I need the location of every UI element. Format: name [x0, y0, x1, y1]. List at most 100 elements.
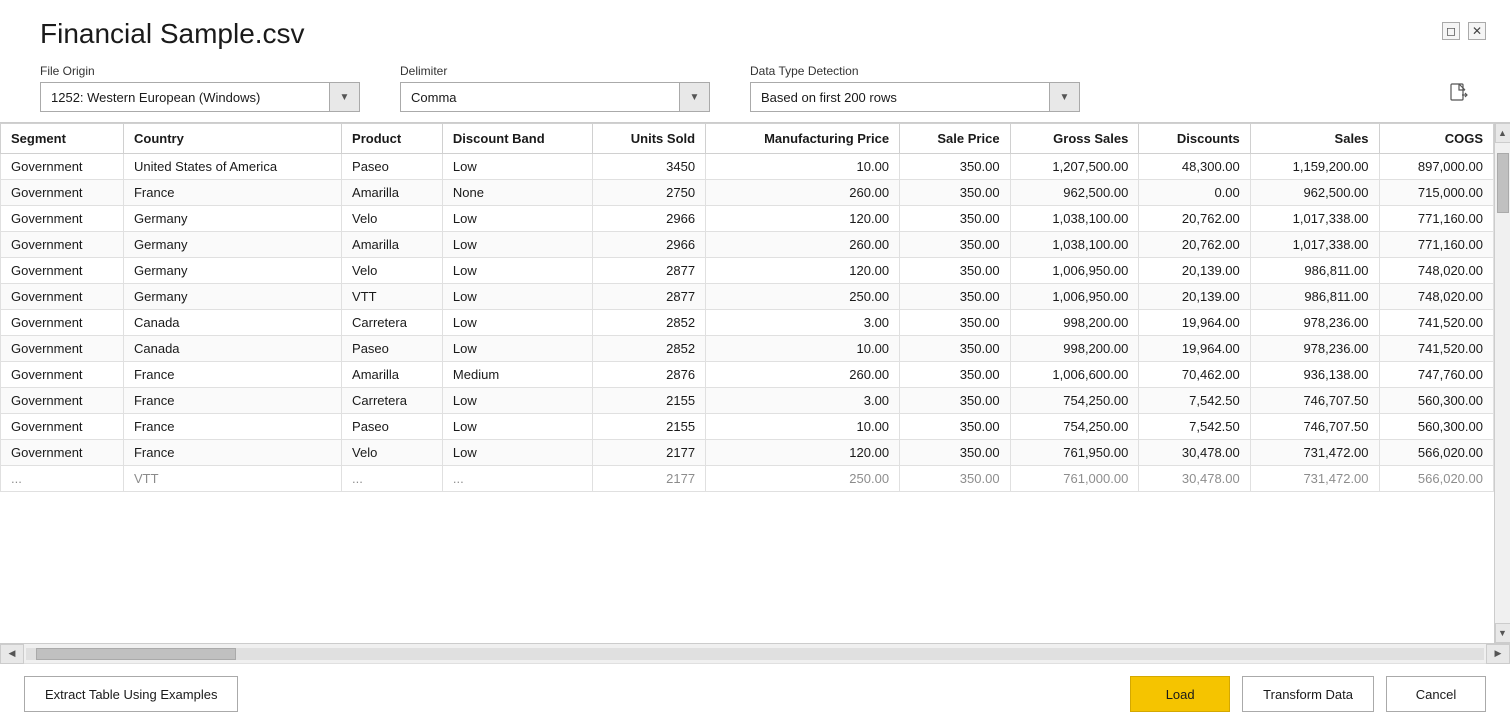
col-discount-band: Discount Band	[442, 124, 592, 154]
table-cell: ...	[442, 466, 592, 492]
table-cell: ...	[342, 466, 443, 492]
table-row: GovernmentCanadaPaseoLow285210.00350.009…	[1, 336, 1494, 362]
data-type-arrow[interactable]: ▼	[1049, 83, 1079, 111]
table-cell: 350.00	[900, 414, 1011, 440]
table-cell: 998,200.00	[1010, 310, 1139, 336]
table-cell: 350.00	[900, 206, 1011, 232]
controls-row: File Origin 1252: Western European (Wind…	[0, 58, 1510, 122]
table-cell: 747,760.00	[1379, 362, 1493, 388]
table-cell: 3.00	[706, 310, 900, 336]
vertical-scrollbar[interactable]: ▲ ▼	[1494, 123, 1510, 643]
scroll-thumb[interactable]	[1497, 153, 1509, 213]
table-cell: Government	[1, 154, 124, 180]
table-cell: Paseo	[342, 414, 443, 440]
table-cell: 754,250.00	[1010, 388, 1139, 414]
table-row: GovernmentFrancePaseoLow215510.00350.007…	[1, 414, 1494, 440]
h-scroll-thumb[interactable]	[36, 648, 236, 660]
data-type-group: Data Type Detection Based on first 200 r…	[750, 64, 1080, 112]
table-cell: 2876	[592, 362, 705, 388]
data-type-label: Data Type Detection	[750, 64, 1080, 78]
table-cell: 1,006,600.00	[1010, 362, 1139, 388]
table-cell: Medium	[442, 362, 592, 388]
table-cell: 748,020.00	[1379, 284, 1493, 310]
scroll-down-arrow[interactable]: ▼	[1495, 623, 1510, 643]
scroll-track[interactable]	[1495, 143, 1510, 623]
table-cell: 350.00	[900, 284, 1011, 310]
table-cell: Canada	[123, 310, 341, 336]
table-cell: Government	[1, 362, 124, 388]
table-cell: Germany	[123, 258, 341, 284]
table-cell: 1,159,200.00	[1250, 154, 1379, 180]
col-segment: Segment	[1, 124, 124, 154]
table-cell: 771,160.00	[1379, 232, 1493, 258]
table-cell: Low	[442, 258, 592, 284]
table-cell: France	[123, 180, 341, 206]
load-button[interactable]: Load	[1130, 676, 1230, 712]
table-cell: None	[442, 180, 592, 206]
table-cell: Government	[1, 414, 124, 440]
table-cell: 560,300.00	[1379, 414, 1493, 440]
table-cell: 350.00	[900, 258, 1011, 284]
restore-button[interactable]: ◻	[1442, 22, 1460, 40]
extract-table-button[interactable]: Extract Table Using Examples	[24, 676, 238, 712]
table-cell: 761,000.00	[1010, 466, 1139, 492]
table-cell: 350.00	[900, 180, 1011, 206]
table-cell: 260.00	[706, 180, 900, 206]
horizontal-scrollbar[interactable]: ◀ ▶	[0, 643, 1510, 663]
table-cell: 3450	[592, 154, 705, 180]
table-cell: Amarilla	[342, 180, 443, 206]
table-cell: Velo	[342, 258, 443, 284]
table-cell: 7,542.50	[1139, 388, 1250, 414]
table-cell: 1,038,100.00	[1010, 206, 1139, 232]
table-cell: 2852	[592, 336, 705, 362]
window-controls: ◻ ✕	[1442, 18, 1486, 40]
table-cell: Germany	[123, 206, 341, 232]
table-cell: 566,020.00	[1379, 466, 1493, 492]
table-cell: Amarilla	[342, 232, 443, 258]
table-cell: VTT	[123, 466, 341, 492]
table-cell: 20,762.00	[1139, 232, 1250, 258]
scroll-right-arrow[interactable]: ▶	[1486, 644, 1510, 664]
table-cell: 962,500.00	[1010, 180, 1139, 206]
table-cell: 10.00	[706, 336, 900, 362]
footer-left: Extract Table Using Examples	[24, 676, 1118, 712]
col-product: Product	[342, 124, 443, 154]
delimiter-select[interactable]: Comma ▼	[400, 82, 710, 112]
file-origin-select[interactable]: 1252: Western European (Windows) ▼	[40, 82, 360, 112]
table-cell: 978,236.00	[1250, 336, 1379, 362]
transform-data-button[interactable]: Transform Data	[1242, 676, 1374, 712]
close-button[interactable]: ✕	[1468, 22, 1486, 40]
export-icon-area	[1448, 82, 1470, 112]
table-cell: Government	[1, 336, 124, 362]
table-cell: Amarilla	[342, 362, 443, 388]
table-cell: 748,020.00	[1379, 258, 1493, 284]
table-cell: Government	[1, 232, 124, 258]
table-cell: 19,964.00	[1139, 336, 1250, 362]
table-cell: 754,250.00	[1010, 414, 1139, 440]
table-cell: 897,000.00	[1379, 154, 1493, 180]
cancel-button[interactable]: Cancel	[1386, 676, 1486, 712]
scroll-up-arrow[interactable]: ▲	[1495, 123, 1510, 143]
data-type-select[interactable]: Based on first 200 rows ▼	[750, 82, 1080, 112]
delimiter-arrow[interactable]: ▼	[679, 83, 709, 111]
table-cell: Germany	[123, 232, 341, 258]
table-cell: 936,138.00	[1250, 362, 1379, 388]
table-row: GovernmentFranceVeloLow2177120.00350.007…	[1, 440, 1494, 466]
table-cell: Low	[442, 232, 592, 258]
file-origin-group: File Origin 1252: Western European (Wind…	[40, 64, 360, 112]
table-row: ...VTT......2177250.00350.00761,000.0030…	[1, 466, 1494, 492]
table-row: GovernmentUnited States of AmericaPaseoL…	[1, 154, 1494, 180]
main-dialog: Financial Sample.csv ◻ ✕ File Origin 125…	[0, 0, 1510, 724]
file-origin-arrow[interactable]: ▼	[329, 83, 359, 111]
table-cell: 741,520.00	[1379, 336, 1493, 362]
table-cell: 746,707.50	[1250, 414, 1379, 440]
delimiter-value: Comma	[401, 90, 679, 105]
col-gross-sales: Gross Sales	[1010, 124, 1139, 154]
table-cell: Government	[1, 310, 124, 336]
table-cell: 350.00	[900, 154, 1011, 180]
export-icon[interactable]	[1448, 82, 1470, 110]
scroll-left-arrow[interactable]: ◀	[0, 644, 24, 664]
dialog-title: Financial Sample.csv	[40, 18, 305, 50]
table-cell: 350.00	[900, 440, 1011, 466]
h-scroll-track[interactable]	[26, 648, 1484, 660]
